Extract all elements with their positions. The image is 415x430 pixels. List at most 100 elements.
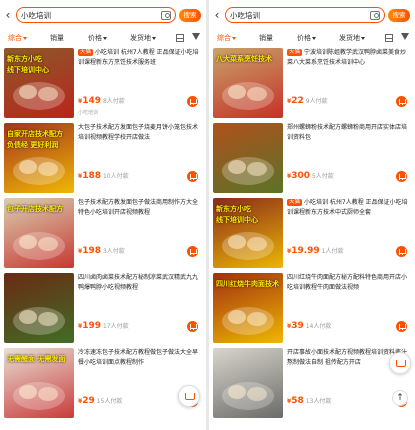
product-photo-icon (222, 157, 274, 185)
back-icon[interactable]: ‹ (3, 8, 13, 22)
price-value: 199 (82, 321, 101, 331)
price-line: ¥199 17人付款 (78, 321, 202, 333)
price-value: 58 (291, 396, 304, 406)
product-image[interactable] (4, 273, 74, 343)
product-title[interactable]: 天猫 小吃培训 杭州7人教程 正品保证小吃培训课程新东方技术中式厨师全套 (287, 198, 411, 236)
sold-count: 5人付款 (311, 173, 334, 180)
price-line: ¥19.99 1人付款 (287, 246, 411, 258)
price-value: 22 (291, 96, 304, 106)
product-image[interactable]: 自家开店技术配方 负债经 更好利润 (4, 123, 74, 193)
chevron-down-icon (361, 36, 365, 40)
product-price: ¥29 (78, 396, 95, 406)
product-info: 四川卤肉卤菜技术配方秘制凉菜武汉精武九九鸭爆鸭脖小吃视频教程 ¥199 17人付款 (78, 273, 202, 343)
filter-location[interactable]: 发货地 (130, 31, 156, 45)
filter-price[interactable]: 价格 (88, 31, 107, 45)
product-photo-icon (13, 307, 65, 335)
price-value: 198 (82, 246, 101, 256)
product-title[interactable]: 天猫 小吃培训 杭州7人教程 正品保证小吃培训课程新东方烹饪技术服务班 (78, 48, 202, 86)
search-button[interactable]: 搜索 (179, 8, 201, 22)
product-image[interactable]: 新东方小吃线下培训中心 (213, 198, 283, 268)
product-title-text: 小吃培训 杭州7人教程 正品保证小吃培训课程新东方技术中式厨师全套 (287, 199, 408, 216)
left-screen: ‹ 搜索 综合 销量 价格 发货地 新东方小吃线下培训中心天猫小吃培训 杭州7人… (0, 0, 206, 430)
product-title[interactable]: 郑州螺蛳粉技术配方螺蛳粉商用开店实体店培训资料包 (287, 123, 411, 161)
add-to-cart-icon[interactable] (396, 96, 407, 107)
filter-sort[interactable]: 综合 (217, 31, 236, 45)
search-bar: ‹ 搜索 (3, 6, 201, 24)
product-photo-icon (222, 382, 274, 410)
chevron-down-icon (232, 36, 236, 40)
add-to-cart-icon[interactable] (187, 246, 198, 257)
filter-sales[interactable]: 销量 (259, 31, 273, 45)
search-input[interactable] (230, 9, 368, 21)
product-info: 郑州螺蛳粉技术配方螺蛳粉商用开店实体店培训资料包 ¥300 5人付款 (287, 123, 411, 193)
price-value: 39 (291, 321, 304, 331)
search-button[interactable]: 搜索 (388, 8, 410, 22)
add-to-cart-icon[interactable] (187, 171, 198, 182)
filter-location[interactable]: 发货地 (339, 31, 365, 45)
shop-name[interactable]: 小吃培训 (78, 109, 98, 116)
add-to-cart-icon[interactable] (396, 246, 407, 257)
floating-cart-button[interactable] (389, 352, 411, 374)
product-price: ¥22 (287, 96, 304, 106)
product-title[interactable]: 四川卤肉卤菜技术配方秘制凉菜武汉精武九九鸭爆鸭脖小吃视频教程 (78, 273, 202, 311)
product-price: ¥39 (287, 321, 304, 331)
add-to-cart-icon[interactable] (187, 321, 198, 332)
price-value: 300 (291, 171, 310, 181)
sold-count: 1人付款 (321, 248, 344, 255)
back-to-top-button[interactable]: ↑ (392, 390, 408, 406)
product-title[interactable]: 四川红烧牛肉面配方秘方配料特色商用开店小吃培训教程牛肉面做法视频 (287, 273, 411, 311)
product-title[interactable]: 大包子技术配方发面包子烧麦月饼小笼包技术培训视频教程学校开店做法 (78, 123, 202, 161)
grid-view-icon[interactable] (385, 34, 393, 42)
product-image[interactable]: 新东方小吃 线下培训中心 (4, 48, 74, 118)
price-value: 188 (82, 171, 101, 181)
sold-count: 3人付款 (102, 248, 125, 255)
product-price: ¥199 (78, 321, 101, 331)
product-image[interactable]: 包子开店技术配方 (4, 198, 74, 268)
add-to-cart-icon[interactable] (396, 171, 407, 182)
grid-view-icon[interactable] (176, 34, 184, 42)
funnel-icon[interactable] (192, 33, 200, 40)
sold-count: 10人付款 (102, 173, 129, 180)
product-title-text: 四川卤肉卤菜技术配方秘制凉菜武汉精武九九鸭爆鸭脖小吃视频教程 (78, 274, 199, 291)
product-image-caption: 包子开店技术配方 (7, 205, 63, 213)
product-image-caption: 无需醒面 无需发面 (7, 355, 66, 363)
product-info: 天猫 小吃培训 杭州7人教程 正品保证小吃培训课程新东方烹饪技术服务班 ¥149 8人… (78, 48, 202, 118)
product-image[interactable] (213, 348, 283, 418)
search-box[interactable] (225, 7, 385, 23)
product-image[interactable]: 无需醒面 无需发面 (4, 348, 74, 418)
camera-icon[interactable] (370, 10, 380, 20)
product-title-text: 小吃培训 杭州7人教程 正品保证小吃培训课程新东方烹饪技术服务班 (78, 49, 199, 66)
product-info: 天猫 小吃培训 杭州7人教程 正品保证小吃培训课程新东方技术中式厨师全套 ¥19.9… (287, 198, 411, 268)
product-image[interactable]: 八大菜系烹饪技术 (213, 48, 283, 118)
tmall-tag: 天猫 (287, 199, 303, 206)
product-image-caption: 新东方小吃 (216, 205, 251, 213)
search-box[interactable] (16, 7, 176, 23)
camera-icon[interactable] (161, 10, 171, 20)
funnel-icon[interactable] (401, 33, 409, 40)
sold-count: 15人付款 (96, 398, 123, 405)
sold-count: 14人付款 (305, 323, 332, 330)
price-line: ¥22 9人付款 (287, 96, 411, 108)
floating-cart-button[interactable] (178, 385, 200, 407)
right-screen: ‹ 搜索 综合 销量 价格 发货地 八大菜系烹饪技术天猫宁波培训陈姐教学武汉鸭脖… (209, 0, 415, 430)
product-title[interactable]: 天猫 宁波培训陈姐教学武汉鸭脖卤菜美食炒菜八大菜系烹饪技术培训中心 (287, 48, 411, 86)
tmall-tag: 天猫 (78, 49, 94, 56)
filter-sales[interactable]: 销量 (50, 31, 64, 45)
product-image-caption: 线下培训中心 (216, 216, 258, 224)
back-icon[interactable]: ‹ (212, 8, 222, 22)
price-line: ¥39 14人付款 (287, 321, 411, 333)
add-to-cart-icon[interactable] (187, 96, 198, 107)
sold-count: 8人付款 (102, 98, 125, 105)
product-title[interactable]: 冷冻速冻包子技术配方教程做包子做法大全早餐小吃培训面点教程制作 (78, 348, 202, 386)
filter-price[interactable]: 价格 (297, 31, 316, 45)
search-input[interactable] (21, 9, 159, 21)
chevron-down-icon (103, 36, 107, 40)
sold-count: 17人付款 (102, 323, 129, 330)
filter-sort[interactable]: 综合 (8, 31, 27, 45)
product-title[interactable]: 包子技术配方教发面包子做法商用制作方大全特色小吃培训开店视频教程 (78, 198, 202, 236)
add-to-cart-icon[interactable] (396, 321, 407, 332)
product-title-text: 宁波培训陈姐教学武汉鸭脖卤菜美食炒菜八大菜系烹饪技术培训中心 (287, 49, 407, 66)
product-image[interactable]: 四川红烧牛肉面技术 (213, 273, 283, 343)
product-image[interactable] (213, 123, 283, 193)
tmall-tag: 天猫 (287, 49, 303, 56)
